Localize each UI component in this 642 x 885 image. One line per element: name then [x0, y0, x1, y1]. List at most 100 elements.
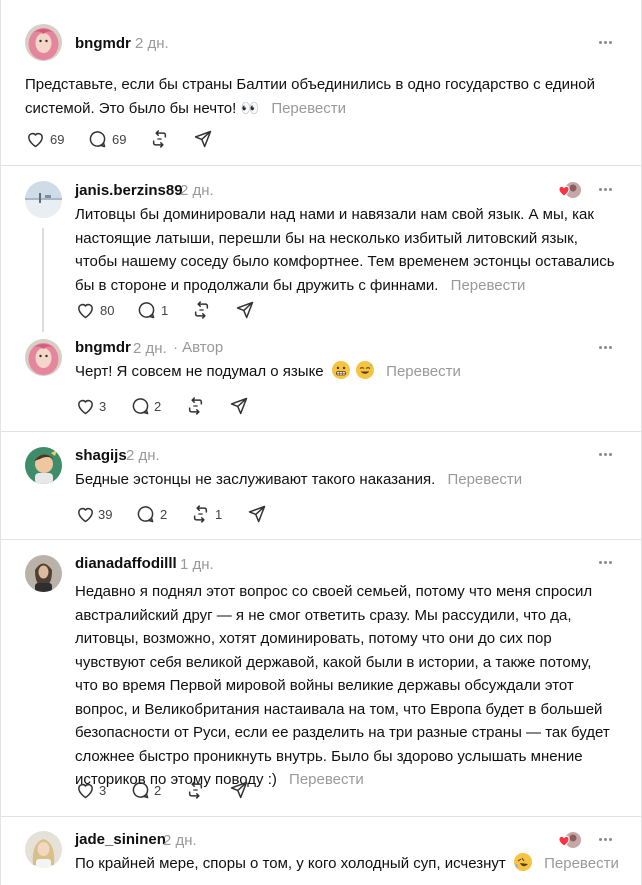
post-time[interactable]: 2 дн.	[163, 832, 197, 849]
author-liked-heart-avatar-icon	[558, 831, 582, 849]
reply-button[interactable]: 2	[130, 780, 170, 802]
reply-count: 2	[154, 783, 162, 798]
heart-outline-icon	[28, 132, 43, 148]
post-dianadaffodilll: dianadaffodilll 1 дн. Недавно я поднял э…	[1, 540, 641, 816]
reply-button[interactable]: 1	[136, 300, 176, 322]
translate-link[interactable]: Перевести	[386, 363, 461, 380]
translate-link[interactable]: Перевести	[544, 855, 619, 872]
post-time[interactable]: 2 дн.	[135, 35, 169, 52]
grimacing-emoji-icon	[331, 361, 350, 379]
repost-arrows-icon	[152, 130, 167, 148]
repost-arrows-icon	[188, 397, 203, 415]
speech-bubble-icon	[137, 506, 154, 523]
more-icon[interactable]	[599, 40, 615, 46]
repost-button[interactable]: 1	[190, 504, 230, 526]
post-bngmdr: bngmdr 2 дн. Представьте, если бы страны…	[1, 0, 641, 165]
avatar[interactable]	[25, 447, 62, 484]
more-icon[interactable]	[599, 560, 615, 566]
post-time[interactable]: 2 дн.	[180, 182, 214, 199]
like-button[interactable]: 39	[75, 504, 117, 526]
reply-button[interactable]: 2	[130, 396, 170, 418]
like-button[interactable]: 80	[75, 300, 117, 322]
more-icon[interactable]	[599, 837, 615, 843]
username[interactable]: shagijs	[75, 447, 127, 464]
translate-link[interactable]: Перевести	[451, 277, 526, 294]
reply-count: 1	[161, 303, 169, 318]
reply-count: 2	[160, 507, 168, 522]
share-button[interactable]	[247, 504, 271, 526]
paper-plane-icon	[194, 130, 212, 148]
repost-button[interactable]	[185, 780, 209, 802]
post-jade-sininen: jade_sininen 2 дн. По крайней мере, спор…	[1, 817, 641, 885]
like-count: 80	[100, 303, 115, 318]
post-body: Недавно я поднял этот вопрос со своей се…	[75, 580, 610, 792]
post-time[interactable]: 2 дн.	[133, 340, 167, 357]
thread-line	[42, 228, 44, 332]
share-button[interactable]	[235, 300, 259, 322]
paper-plane-icon	[248, 505, 266, 523]
repost-arrows-icon	[193, 505, 208, 523]
avatar[interactable]	[25, 24, 62, 61]
paper-plane-icon	[230, 397, 248, 415]
avatar[interactable]	[25, 555, 62, 592]
repost-button[interactable]	[191, 300, 215, 322]
post-time[interactable]: 1 дн.	[180, 556, 214, 573]
portrait-avatar-icon	[25, 555, 62, 592]
repost-arrows-icon	[188, 781, 203, 799]
post-body: Бедные эстонцы не заслуживают такого нак…	[75, 468, 615, 492]
repost-button[interactable]	[149, 129, 173, 151]
like-count: 39	[98, 507, 113, 522]
more-icon[interactable]	[599, 345, 615, 351]
avatar[interactable]	[25, 339, 62, 376]
repost-button[interactable]	[185, 396, 209, 418]
username[interactable]: jade_sininen	[75, 831, 166, 848]
more-icon[interactable]	[599, 187, 615, 193]
reply-count: 69	[112, 132, 127, 147]
post-text: Черт! Я совсем не подумал о языке	[75, 363, 324, 380]
blonde-avatar-icon	[25, 831, 62, 868]
post-body: По крайней мере, споры о том, у кого хол…	[75, 852, 635, 876]
share-button[interactable]	[229, 396, 253, 418]
speech-bubble-icon	[138, 302, 155, 319]
share-button[interactable]	[229, 780, 253, 802]
heart-outline-icon	[78, 783, 93, 799]
speech-bubble-icon	[89, 131, 106, 148]
action-bar: 3 2	[75, 780, 375, 802]
sweat-smile-emoji-icon	[356, 361, 374, 379]
translate-link[interactable]: Перевести	[447, 471, 522, 488]
post-text: По крайней мере, споры о том, у кого хол…	[75, 855, 506, 872]
more-icon[interactable]	[599, 452, 615, 458]
like-button[interactable]: 69	[25, 129, 67, 151]
share-button[interactable]	[193, 129, 217, 151]
post-janis: janis.berzins89 2 дн. Литовцы бы доминир…	[1, 166, 641, 332]
post-text: Недавно я поднял этот вопрос со своей се…	[75, 583, 610, 788]
like-button[interactable]: 3	[75, 780, 111, 802]
username[interactable]: janis.berzins89	[75, 182, 183, 199]
like-button[interactable]: 3	[75, 396, 111, 418]
reply-button[interactable]: 69	[87, 129, 129, 151]
reply-button[interactable]: 2	[135, 504, 175, 526]
avatar[interactable]	[25, 831, 62, 868]
username[interactable]: dianadaffodilll	[75, 555, 177, 572]
post-bngmdr-reply: bngmdr 2 дн. · Автор Черт! Я совсем не п…	[1, 331, 641, 431]
pink-haired-avatar-icon	[25, 339, 62, 376]
post-shagijs: shagijs 2 дн. Бедные эстонцы не заслужив…	[1, 432, 641, 539]
like-count: 3	[99, 399, 107, 414]
post-body: Черт! Я совсем не подумал о языке Переве…	[75, 360, 615, 384]
speech-bubble-icon	[132, 782, 149, 799]
heart-outline-icon	[78, 399, 93, 415]
post-body: Представьте, если бы страны Балтии объед…	[25, 73, 605, 120]
action-bar: 80 1	[75, 300, 375, 322]
translate-link[interactable]: Перевести	[271, 100, 346, 117]
heart-outline-icon	[78, 507, 93, 523]
avatar[interactable]	[25, 181, 62, 218]
paper-plane-icon	[230, 781, 248, 799]
action-bar: 69 69	[25, 129, 325, 151]
post-time[interactable]: 2 дн.	[126, 447, 160, 464]
heart-outline-icon	[78, 303, 93, 319]
username[interactable]: bngmdr	[75, 339, 131, 356]
action-bar: 39 2 1	[75, 504, 375, 526]
post-text: Бедные эстонцы не заслуживают такого нак…	[75, 471, 436, 488]
reply-count: 2	[154, 399, 162, 414]
username[interactable]: bngmdr	[75, 35, 131, 52]
